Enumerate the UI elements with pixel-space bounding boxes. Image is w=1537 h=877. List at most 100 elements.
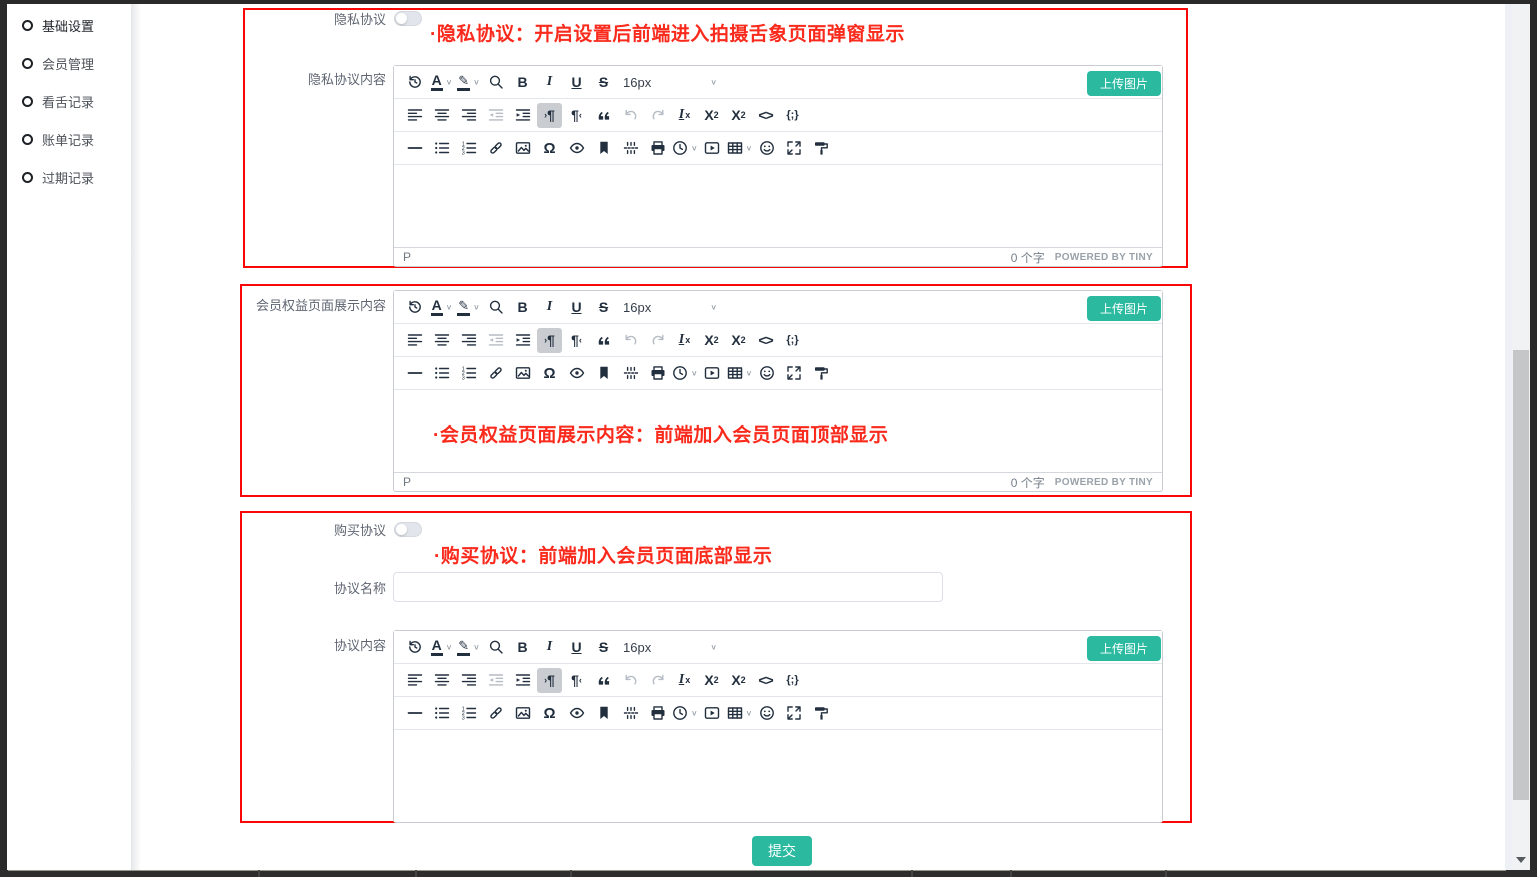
- underline-icon[interactable]: U: [564, 70, 589, 95]
- font-size-select[interactable]: 16px∨: [618, 70, 722, 95]
- italic-icon[interactable]: I: [537, 295, 562, 320]
- submit-button[interactable]: 提交: [752, 836, 812, 866]
- code-sample-icon[interactable]: {;}: [780, 668, 805, 693]
- privacy-toggle-switch[interactable]: [394, 11, 422, 26]
- fullscreen-icon[interactable]: [781, 361, 806, 386]
- format-painter-icon[interactable]: [808, 701, 833, 726]
- page-break-icon[interactable]: [618, 136, 643, 161]
- restore-draft-icon[interactable]: [402, 635, 427, 660]
- page-break-icon[interactable]: [618, 701, 643, 726]
- align-left-icon[interactable]: [402, 668, 427, 693]
- print-icon[interactable]: [645, 136, 670, 161]
- print-icon[interactable]: [645, 701, 670, 726]
- numbered-list-icon[interactable]: 123: [456, 361, 481, 386]
- indent-icon[interactable]: [510, 103, 535, 128]
- upload-image-button[interactable]: 上传图片: [1087, 71, 1161, 96]
- anchor-icon[interactable]: [591, 136, 616, 161]
- datetime-icon[interactable]: ∨: [672, 361, 698, 386]
- preview-icon[interactable]: [564, 701, 589, 726]
- datetime-icon[interactable]: ∨: [672, 701, 698, 726]
- text-color-icon[interactable]: A∨: [429, 635, 454, 660]
- align-left-icon[interactable]: [402, 103, 427, 128]
- subscript-icon[interactable]: X2: [699, 328, 724, 353]
- indent-icon[interactable]: [510, 328, 535, 353]
- sidebar-item-expired-records[interactable]: 过期记录: [7, 158, 131, 196]
- subscript-icon[interactable]: X2: [699, 103, 724, 128]
- anchor-icon[interactable]: [591, 361, 616, 386]
- indent-icon[interactable]: [510, 668, 535, 693]
- code-icon[interactable]: <>: [753, 103, 778, 128]
- align-right-icon[interactable]: [456, 103, 481, 128]
- format-painter-icon[interactable]: [808, 136, 833, 161]
- superscript-icon[interactable]: X2: [726, 103, 751, 128]
- editor-body[interactable]: [394, 730, 1162, 822]
- sidebar-item-tongue-records[interactable]: 看舌记录: [7, 82, 131, 120]
- media-icon[interactable]: [700, 701, 725, 726]
- code-sample-icon[interactable]: {;}: [780, 328, 805, 353]
- bold-icon[interactable]: B: [510, 295, 535, 320]
- rtl-icon[interactable]: ¶‹: [564, 668, 589, 693]
- code-sample-icon[interactable]: {;}: [780, 103, 805, 128]
- ltr-icon[interactable]: ›¶: [537, 103, 562, 128]
- print-icon[interactable]: [645, 361, 670, 386]
- horizontal-rule-icon[interactable]: [402, 361, 427, 386]
- sidebar-item-basic-settings[interactable]: 基础设置: [7, 6, 131, 44]
- superscript-icon[interactable]: X2: [726, 328, 751, 353]
- special-character-icon[interactable]: Ω: [537, 361, 562, 386]
- scrollbar-thumb[interactable]: [1513, 350, 1529, 800]
- text-color-icon[interactable]: A∨: [429, 295, 454, 320]
- special-character-icon[interactable]: Ω: [537, 701, 562, 726]
- font-size-select[interactable]: 16px∨: [618, 635, 722, 660]
- scroll-down-arrow-icon[interactable]: [1516, 857, 1526, 863]
- italic-icon[interactable]: I: [537, 70, 562, 95]
- align-center-icon[interactable]: [429, 328, 454, 353]
- italic-icon[interactable]: I: [537, 635, 562, 660]
- preview-icon[interactable]: [564, 136, 589, 161]
- superscript-icon[interactable]: X2: [726, 668, 751, 693]
- link-icon[interactable]: [483, 361, 508, 386]
- image-icon[interactable]: [510, 136, 535, 161]
- restore-draft-icon[interactable]: [402, 295, 427, 320]
- numbered-list-icon[interactable]: 123: [456, 136, 481, 161]
- subscript-icon[interactable]: X2: [699, 668, 724, 693]
- table-icon[interactable]: ∨: [727, 361, 753, 386]
- table-icon[interactable]: ∨: [727, 136, 753, 161]
- align-center-icon[interactable]: [429, 668, 454, 693]
- search-replace-icon[interactable]: [483, 635, 508, 660]
- code-icon[interactable]: <>: [753, 668, 778, 693]
- strikethrough-icon[interactable]: S: [591, 70, 616, 95]
- align-left-icon[interactable]: [402, 328, 427, 353]
- code-icon[interactable]: <>: [753, 328, 778, 353]
- blockquote-icon[interactable]: [591, 103, 616, 128]
- bold-icon[interactable]: B: [510, 635, 535, 660]
- blockquote-icon[interactable]: [591, 668, 616, 693]
- special-character-icon[interactable]: Ω: [537, 136, 562, 161]
- media-icon[interactable]: [700, 361, 725, 386]
- editor-body[interactable]: [394, 165, 1162, 247]
- underline-icon[interactable]: U: [564, 635, 589, 660]
- numbered-list-icon[interactable]: 123: [456, 701, 481, 726]
- bullet-list-icon[interactable]: [429, 361, 454, 386]
- strikethrough-icon[interactable]: S: [591, 635, 616, 660]
- bold-icon[interactable]: B: [510, 70, 535, 95]
- emoticons-icon[interactable]: [754, 361, 779, 386]
- sidebar-item-member-management[interactable]: 会员管理: [7, 44, 131, 82]
- link-icon[interactable]: [483, 136, 508, 161]
- align-center-icon[interactable]: [429, 103, 454, 128]
- highlight-color-icon[interactable]: ✎∨: [456, 295, 481, 320]
- rtl-icon[interactable]: ¶‹: [564, 328, 589, 353]
- agreement-name-input[interactable]: [393, 572, 943, 602]
- font-size-select[interactable]: 16px∨: [618, 295, 722, 320]
- bullet-list-icon[interactable]: [429, 701, 454, 726]
- align-right-icon[interactable]: [456, 668, 481, 693]
- format-painter-icon[interactable]: [808, 361, 833, 386]
- search-replace-icon[interactable]: [483, 70, 508, 95]
- emoticons-icon[interactable]: [754, 136, 779, 161]
- table-icon[interactable]: ∨: [727, 701, 753, 726]
- remove-format-icon[interactable]: Ix: [672, 668, 697, 693]
- strikethrough-icon[interactable]: S: [591, 295, 616, 320]
- horizontal-rule-icon[interactable]: [402, 136, 427, 161]
- bullet-list-icon[interactable]: [429, 136, 454, 161]
- align-right-icon[interactable]: [456, 328, 481, 353]
- rtl-icon[interactable]: ¶‹: [564, 103, 589, 128]
